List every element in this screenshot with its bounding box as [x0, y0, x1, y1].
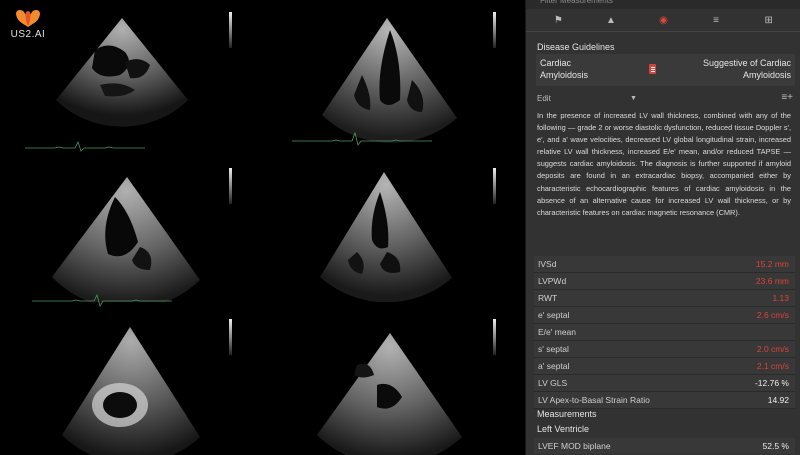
measurement-row[interactable]: IVSd 15.2 mm — [534, 256, 795, 273]
measurement-value: 23.6 mm — [755, 276, 789, 286]
panel-toolbar: ⚑ ▲ ◉ ≡ ⊞ — [526, 9, 800, 32]
echo-view-3[interactable] — [0, 152, 260, 308]
lvef-label: LVEF MOD biplane — [538, 441, 611, 451]
edit-row: Edit ▼ ≡+ — [526, 90, 800, 108]
measurement-value: -12.76 % — [754, 378, 789, 388]
measurement-label: IVSd — [538, 259, 557, 269]
grid-icon[interactable]: ⊞ — [759, 15, 779, 26]
warning-icon[interactable]: ▲ — [601, 15, 621, 26]
measurement-value: 2.0 cm/s — [756, 344, 789, 354]
disease-conclusion: Suggestive of Cardiac Amyloidosis — [702, 58, 791, 80]
flag-icon[interactable]: ⚑ — [548, 15, 568, 26]
lvef-value: 52.5 % — [762, 441, 789, 451]
chevron-down-icon[interactable]: ▼ — [630, 95, 637, 102]
menu-icon[interactable]: ≡ — [706, 15, 726, 26]
left-ventricle-title: Left Ventricle — [537, 424, 590, 434]
measurement-label: a' septal — [538, 361, 570, 371]
echo-image-grid: US2.AI — [0, 0, 525, 455]
document-icon[interactable] — [649, 64, 656, 74]
measurement-row[interactable]: e' septal 2.6 cm/s — [534, 307, 795, 324]
echo-view-2[interactable] — [262, 0, 522, 150]
measurements-table: IVSd 15.2 mm LVPWd 23.6 mm RWT 1.13 e' septal 2… — [534, 256, 795, 409]
add-list-icon[interactable]: ≡+ — [781, 92, 793, 103]
echo-view-1[interactable] — [0, 0, 260, 152]
edit-label[interactable]: Edit — [537, 94, 551, 103]
echo-view-4[interactable] — [262, 152, 522, 302]
measurement-label: LV GLS — [538, 378, 568, 388]
echo-view-6[interactable] — [262, 305, 522, 455]
measurement-value: 2.1 cm/s — [756, 361, 789, 371]
echo-view-5[interactable] — [0, 305, 260, 455]
measurement-value: 2.6 cm/s — [756, 310, 789, 320]
disease-name: Cardiac Amyloidosis — [540, 58, 589, 80]
measurement-row[interactable]: s' septal 2.0 cm/s — [534, 341, 795, 358]
measurement-row[interactable]: LVPWd 23.6 mm — [534, 273, 795, 290]
measurement-row[interactable]: RWT 1.13 — [534, 290, 795, 307]
measurement-value: 14.92 — [767, 395, 789, 405]
guideline-text: In the presence of increased LV wall thi… — [537, 111, 791, 217]
disease-guideline-card[interactable]: Cardiac Amyloidosis Suggestive of Cardia… — [536, 54, 795, 86]
measurement-row[interactable]: LV GLS -12.76 % — [534, 375, 795, 392]
measurement-label: s' septal — [538, 344, 569, 354]
eye-icon[interactable]: ◉ — [653, 15, 673, 26]
measurement-value: 1.13 — [772, 293, 789, 303]
measurement-label: LVPWd — [538, 276, 567, 286]
measurement-label: E/e' mean — [538, 327, 577, 337]
disease-guidelines-title: Disease Guidelines — [537, 42, 615, 52]
measurement-label: LV Apex-to-Basal Strain Ratio — [538, 395, 650, 405]
report-panel: Filter Measurements ⚑ ▲ ◉ ≡ ⊞ Disease Gu… — [525, 0, 800, 455]
measurement-label: e' septal — [538, 310, 570, 320]
measurement-row[interactable]: a' septal 2.1 cm/s — [534, 358, 795, 375]
measurement-row[interactable]: LV Apex-to-Basal Strain Ratio 14.92 — [534, 392, 795, 409]
measurement-value: 15.2 mm — [755, 259, 789, 269]
measurement-label: RWT — [538, 293, 558, 303]
lvef-row[interactable]: LVEF MOD biplane 52.5 % — [534, 438, 795, 454]
measurement-row[interactable]: E/e' mean — [534, 324, 795, 341]
filter-measurements-header[interactable]: Filter Measurements — [526, 0, 800, 9]
measurements-title: Measurements — [537, 409, 597, 419]
